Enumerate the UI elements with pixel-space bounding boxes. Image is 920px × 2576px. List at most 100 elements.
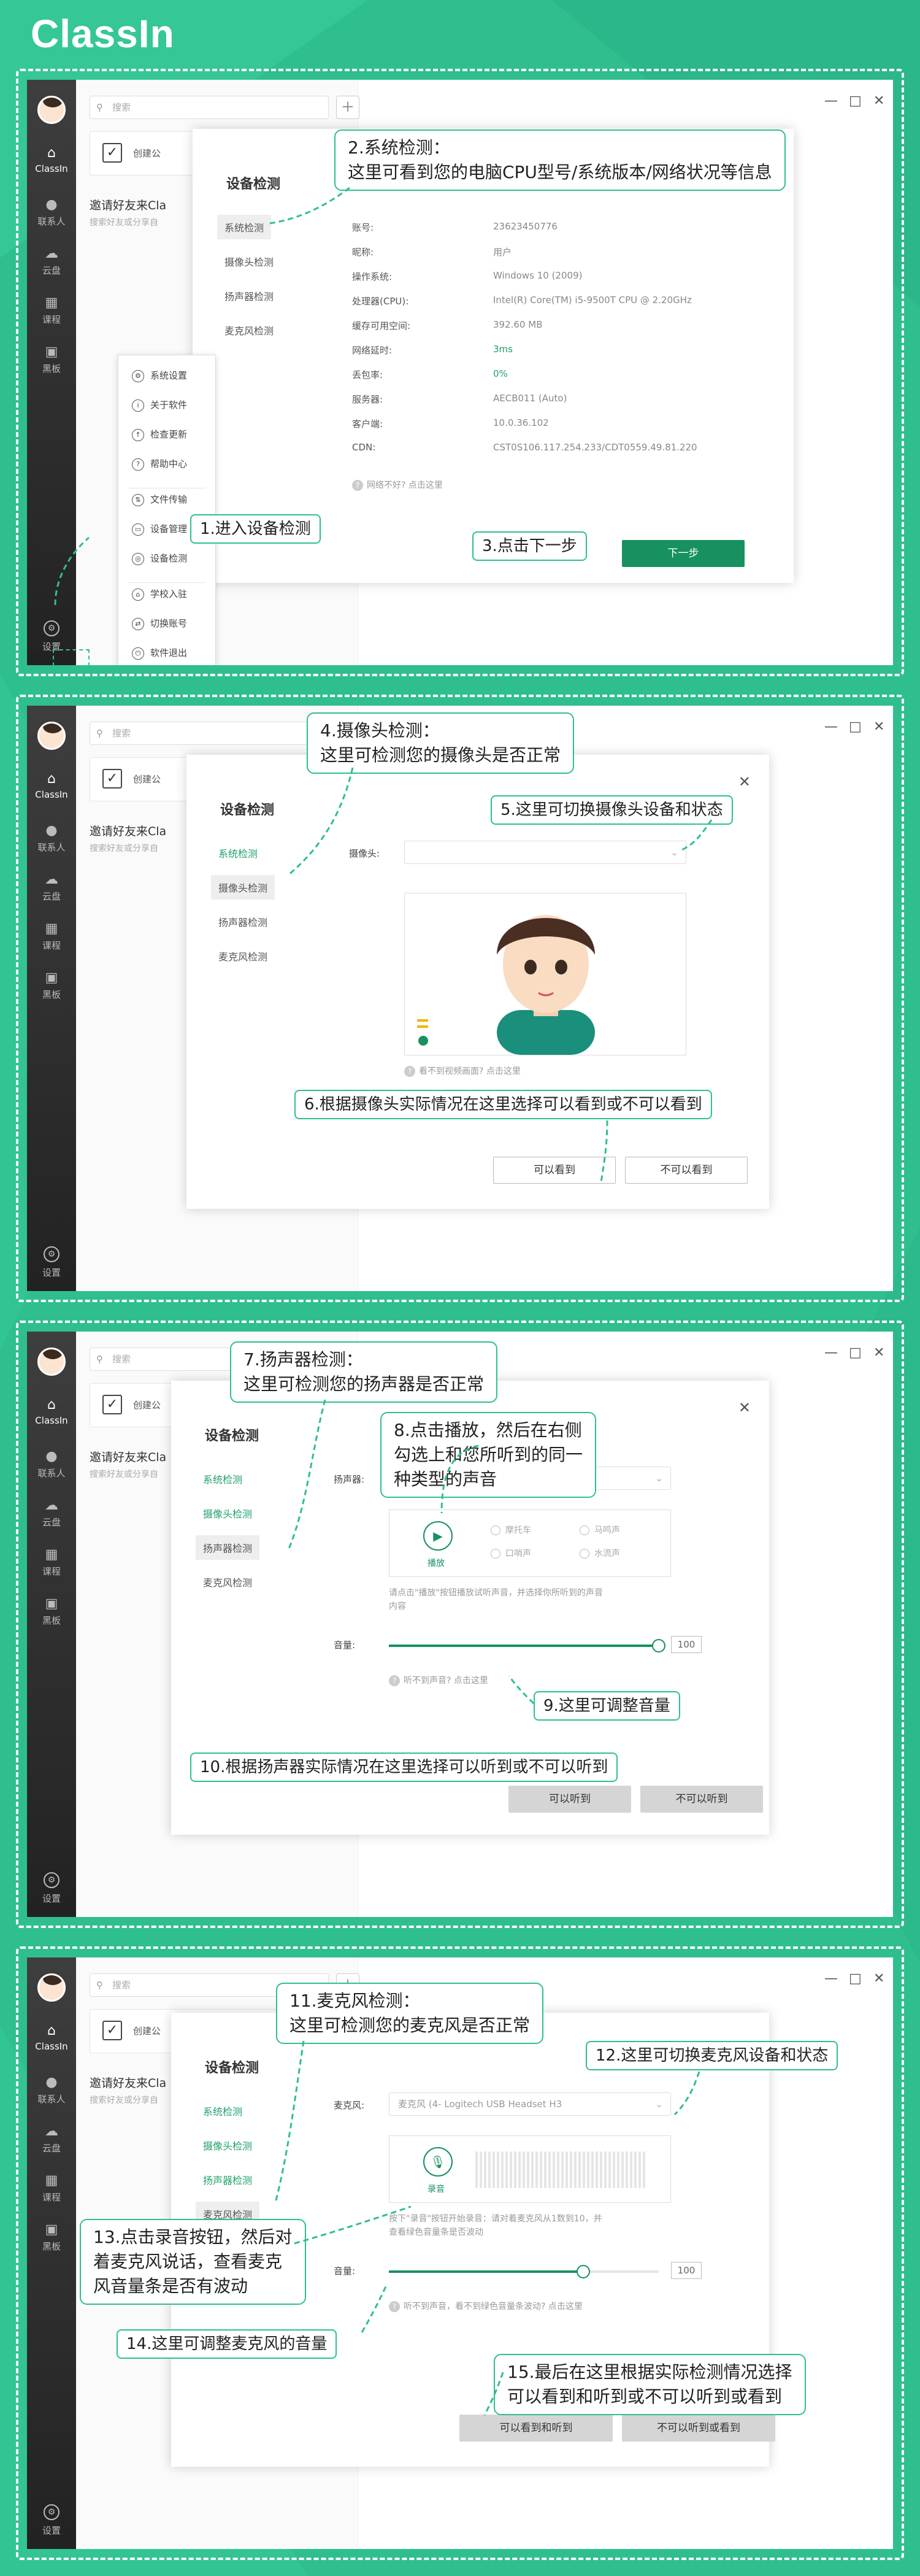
device-check-icon: ◎ xyxy=(132,552,144,565)
sidebar-item-cloud[interactable]: ☁ 云盘 xyxy=(27,873,76,903)
sidebar-item-blackboard[interactable]: ▣ 黑板 xyxy=(27,971,76,1001)
menu-item[interactable]: ? 帮助中心 xyxy=(132,457,187,471)
can-hear-button[interactable]: 可以听到 xyxy=(508,1786,631,1813)
add-button[interactable]: + xyxy=(336,96,359,119)
sidebar-item-course[interactable]: ▦ 课程 xyxy=(27,2173,76,2204)
mic-volume-slider[interactable] xyxy=(389,2265,659,2278)
cannot-see-hear-button[interactable]: 不可以听到或看到 xyxy=(622,2415,775,2442)
speaker-volume-slider[interactable] xyxy=(389,1639,665,1652)
volume-knob[interactable] xyxy=(576,2265,590,2278)
menu-item[interactable]: ⌂ 学校入驻 xyxy=(132,587,187,601)
sidebar-item-contacts[interactable]: ● 联系人 xyxy=(27,823,76,854)
tab-speaker[interactable]: 扬声器检测 xyxy=(196,1535,260,1560)
sidebar-item-blackboard[interactable]: ▣ 黑板 xyxy=(27,345,76,375)
radio-motorcycle[interactable]: 摩托车 xyxy=(491,1524,531,1536)
cannot-see-button[interactable]: 不可以看到 xyxy=(625,1157,748,1184)
dialog-close-icon[interactable]: ✕ xyxy=(738,773,751,790)
minimize-icon[interactable]: — xyxy=(824,1345,838,1360)
menu-item[interactable]: ⇅ 文件传输 xyxy=(132,493,187,506)
menu-item[interactable]: ◎ 设备检测 xyxy=(132,552,187,565)
maximize-icon[interactable]: □ xyxy=(849,93,862,109)
avatar[interactable] xyxy=(37,96,66,124)
menu-item[interactable]: ⇄ 切换账号 xyxy=(132,617,187,630)
tab-speaker[interactable]: 扬声器检测 xyxy=(196,2167,259,2192)
tab-speaker[interactable]: 扬声器检测 xyxy=(211,909,275,934)
minimize-icon[interactable]: — xyxy=(824,93,838,109)
tab-system[interactable]: 系统检测 xyxy=(211,841,265,865)
minimize-icon[interactable]: — xyxy=(824,719,838,735)
volume-knob[interactable] xyxy=(652,1639,665,1652)
sidebar-item-settings[interactable]: ⚙ 设置 xyxy=(27,620,76,653)
maximize-icon[interactable]: □ xyxy=(849,1345,862,1360)
sidebar-item-settings[interactable]: ⚙ 设置 xyxy=(27,1246,76,1279)
sidebar-item-contacts[interactable]: ● 联系人 xyxy=(27,1449,76,1479)
tab-system[interactable]: 系统检测 xyxy=(196,1467,250,1491)
maximize-icon[interactable]: □ xyxy=(849,719,862,735)
tab-mic[interactable]: 麦克风检测 xyxy=(211,944,275,968)
tab-camera[interactable]: 摄像头检测 xyxy=(196,1501,259,1525)
sidebar-item-home[interactable]: ⌂ ClassIn xyxy=(27,772,76,801)
radio-water[interactable]: 水流声 xyxy=(580,1547,620,1559)
radio-horse[interactable]: 马鸣声 xyxy=(580,1524,620,1536)
tab-camera[interactable]: 摄像头检测 xyxy=(217,249,281,274)
cloud-icon: ☁ xyxy=(45,1498,58,1513)
sidebar-item-contacts[interactable]: ● 联系人 xyxy=(27,2075,76,2105)
radio-whistle[interactable]: 口哨声 xyxy=(491,1547,531,1559)
avatar[interactable] xyxy=(37,1348,66,1376)
sidebar-item-cloud[interactable]: ☁ 云盘 xyxy=(27,2124,76,2154)
close-icon[interactable]: ✕ xyxy=(873,93,884,109)
chevron-down-icon: ⌄ xyxy=(655,1473,663,1484)
play-button[interactable]: ▶ xyxy=(423,1521,453,1551)
sidebar-item-home[interactable]: ⌂ ClassIn xyxy=(27,1398,76,1427)
can-see-hear-button[interactable]: 可以看到和听到 xyxy=(459,2415,613,2442)
tab-system[interactable]: 系统检测 xyxy=(196,2099,250,2123)
can-see-button[interactable]: 可以看到 xyxy=(493,1157,616,1184)
menu-item[interactable]: i 关于软件 xyxy=(132,398,187,412)
minimize-icon[interactable]: — xyxy=(824,1971,838,1986)
search-input[interactable]: ⚲ 搜索 xyxy=(90,96,329,119)
tab-camera[interactable]: 摄像头检测 xyxy=(196,2133,259,2158)
tab-mic[interactable]: 麦克风检测 xyxy=(196,1570,259,1594)
avatar[interactable] xyxy=(37,1973,66,2002)
menu-item[interactable]: ⚙ 系统设置 xyxy=(132,369,187,382)
dialog-close-icon[interactable]: ✕ xyxy=(738,1399,751,1416)
sidebar-item-contacts[interactable]: ● 联系人 xyxy=(27,198,76,228)
close-icon[interactable]: ✕ xyxy=(873,1971,884,1986)
mic-select[interactable]: 麦克风 (4- Logitech USB Headset H3 ⌄ xyxy=(389,2092,671,2116)
maximize-icon[interactable]: □ xyxy=(849,1971,862,1986)
sidebar-item-cloud[interactable]: ☁ 云盘 xyxy=(27,1498,76,1529)
close-icon[interactable]: ✕ xyxy=(873,1345,884,1360)
sidebar-item-course[interactable]: ▦ 课程 xyxy=(27,1548,76,1578)
next-button[interactable]: 下一步 xyxy=(622,540,745,567)
tab-mic[interactable]: 麦克风检测 xyxy=(217,318,281,342)
sidebar-item-settings[interactable]: ⚙ 设置 xyxy=(27,1872,76,1905)
sidebar-item-cloud[interactable]: ☁ 云盘 xyxy=(27,247,76,277)
mic-label: 麦克风: xyxy=(334,2100,365,2111)
menu-item[interactable]: ⏻ 软件退出 xyxy=(132,646,187,660)
sidebar-item-blackboard[interactable]: ▣ 黑板 xyxy=(27,1597,76,1627)
record-button[interactable]: 🎙 xyxy=(423,2147,453,2177)
speaker-hint[interactable]: ? 听不到声音? 点击这里 xyxy=(389,1674,488,1686)
tab-speaker[interactable]: 扬声器检测 xyxy=(217,283,281,308)
menu-item[interactable]: ▭ 设备管理 xyxy=(132,522,187,536)
video-hint[interactable]: ? 看不到视频画面? 点击这里 xyxy=(404,1065,521,1077)
avatar[interactable] xyxy=(37,722,66,750)
close-icon[interactable]: ✕ xyxy=(873,719,884,735)
cannot-hear-button[interactable]: 不可以听到 xyxy=(640,1786,763,1813)
calendar-icon: ▦ xyxy=(45,921,58,936)
sidebar-item-course[interactable]: ▦ 课程 xyxy=(27,922,76,952)
sidebar-item-home[interactable]: ⌂ ClassIn xyxy=(27,2024,76,2053)
tab-camera[interactable]: 摄像头检测 xyxy=(211,875,275,900)
menu-item[interactable]: ↑ 检查更新 xyxy=(132,428,187,441)
network-hint[interactable]: ? 网络不好? 点击这里 xyxy=(352,479,443,491)
sidebar-item-blackboard[interactable]: ▣ 黑板 xyxy=(27,2223,76,2253)
mic-hint[interactable]: ? 听不到声音，看不到绿色音量条波动? 点击这里 xyxy=(389,2300,583,2312)
tab-system[interactable]: 系统检测 xyxy=(217,215,272,239)
sidebar-item-settings[interactable]: ⚙ 设置 xyxy=(27,2504,76,2537)
search-input[interactable]: ⚲ 搜索 xyxy=(90,722,329,745)
sidebar-item-home[interactable]: ⌂ ClassIn xyxy=(27,146,76,175)
mic-level-bar xyxy=(630,2151,632,2188)
callout-10: 10.根据扬声器实际情况在这里选择可以听到或不可以听到 xyxy=(190,1753,618,1782)
sidebar-item-course[interactable]: ▦ 课程 xyxy=(27,296,76,326)
camera-select[interactable]: ⌄ xyxy=(404,841,686,864)
